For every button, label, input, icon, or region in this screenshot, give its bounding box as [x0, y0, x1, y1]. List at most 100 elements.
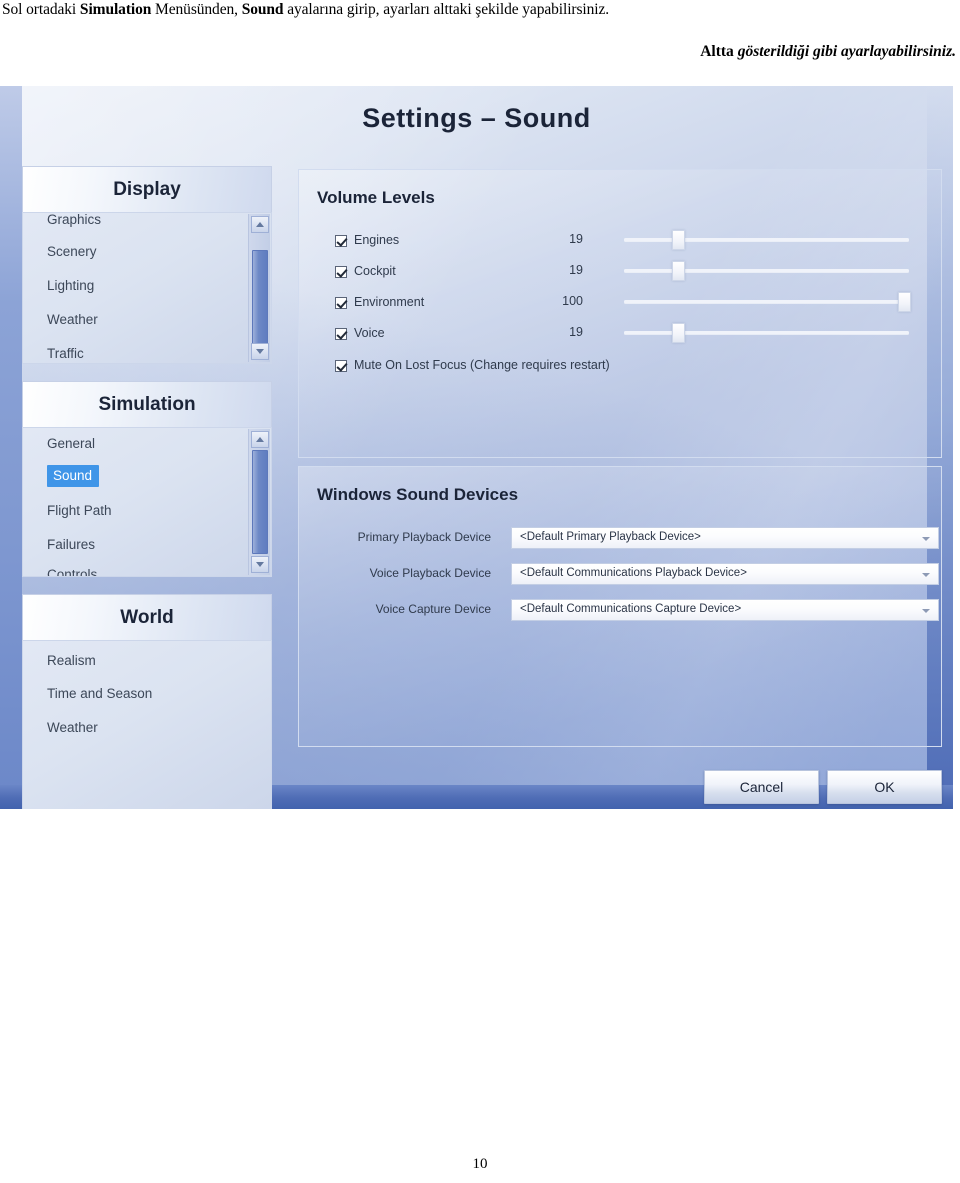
nav-item-controls[interactable]: Controls: [23, 562, 247, 577]
voice-playback-device-select[interactable]: <Default Communications Playback Device>: [511, 563, 939, 585]
nav-section-display: Display Graphics Scenery Lighting Weathe…: [22, 166, 272, 364]
nav-header-world[interactable]: World: [22, 594, 272, 640]
slider-thumb[interactable]: [672, 230, 686, 250]
slider-track: [624, 331, 909, 334]
volume-levels-title: Volume Levels: [317, 188, 435, 207]
nav-item-time-and-season[interactable]: Time and Season: [23, 677, 271, 711]
environment-label: Environment: [354, 295, 425, 309]
scrollbar-thumb[interactable]: [252, 450, 268, 554]
nav-item-weather-world[interactable]: Weather: [23, 711, 271, 745]
volume-row-engines: Engines 19: [335, 232, 583, 250]
cockpit-volume-slider[interactable]: [624, 261, 909, 281]
windows-sound-devices-title: Windows Sound Devices: [317, 485, 519, 504]
primary-playback-device-select[interactable]: <Default Primary Playback Device>: [511, 527, 939, 549]
nav-item-sound[interactable]: Sound: [23, 458, 247, 494]
scrollbar-thumb[interactable]: [252, 250, 268, 346]
nav-item-label: Time and Season: [47, 686, 153, 701]
volume-levels-panel: Volume Levels Engines 19 Cockpit 19 Envi…: [298, 169, 942, 458]
instruction-text-suffix: ayalarına girip, ayarları alttaki şekild…: [283, 1, 610, 18]
engines-volume-slider[interactable]: [624, 230, 909, 250]
engines-value: 19: [569, 232, 583, 246]
voice-capture-device-value: <Default Communications Capture Device>: [520, 603, 742, 615]
nav-item-flight-path[interactable]: Flight Path: [23, 494, 247, 528]
cockpit-checkbox[interactable]: [335, 266, 347, 278]
dialog-title: Settings – Sound: [362, 103, 591, 133]
voice-checkbox[interactable]: [335, 328, 347, 340]
volume-row-cockpit: Cockpit 19: [335, 263, 583, 281]
nav-item-lighting[interactable]: Lighting: [23, 269, 247, 303]
nav-list-simulation: General Sound Flight Path Failures Contr…: [22, 427, 272, 577]
nav-header-display[interactable]: Display: [22, 166, 272, 212]
environment-value: 100: [562, 294, 583, 308]
nav-item-scenery[interactable]: Scenery: [23, 235, 247, 269]
instruction-text-prefix: Sol ortadaki: [2, 1, 80, 18]
nav-list-display: Graphics Scenery Lighting Weather Traffi…: [22, 212, 272, 364]
slider-track: [624, 269, 909, 272]
nav-scrollbar-simulation[interactable]: [248, 429, 270, 575]
nav-item-label: Controls: [47, 567, 98, 577]
device-row-voice-playback: Voice Playback Device <Default Communica…: [331, 563, 939, 585]
nav-item-traffic[interactable]: Traffic: [23, 337, 247, 363]
slider-thumb[interactable]: [672, 261, 686, 281]
voice-label: Voice: [354, 326, 385, 340]
instruction-line-2: Altta gösterildiği gibi ayarlayabilirsin…: [0, 42, 956, 62]
engines-checkbox[interactable]: [335, 235, 347, 247]
nav-item-realism[interactable]: Realism: [23, 641, 271, 677]
nav-item-label: Weather: [47, 720, 98, 735]
ok-button[interactable]: OK: [827, 770, 942, 804]
nav-item-label: Failures: [47, 537, 96, 552]
voice-volume-slider[interactable]: [624, 323, 909, 343]
mute-on-lost-focus-checkbox[interactable]: [335, 360, 347, 372]
instruction-line2-bold: Altta: [700, 43, 738, 60]
slider-thumb[interactable]: [672, 323, 686, 343]
cockpit-label: Cockpit: [354, 264, 396, 278]
nav-item-label: General: [47, 436, 96, 451]
scroll-up-arrow-icon[interactable]: [251, 431, 269, 448]
nav-item-label: Sound: [47, 465, 100, 487]
primary-playback-device-value: <Default Primary Playback Device>: [520, 531, 701, 543]
settings-dialog-screenshot: Settings – Sound Display Graphics Scener…: [0, 86, 953, 809]
cancel-button[interactable]: Cancel: [704, 770, 819, 804]
scroll-down-arrow-icon[interactable]: [251, 556, 269, 573]
device-row-primary-playback: Primary Playback Device <Default Primary…: [331, 527, 939, 549]
environment-volume-slider[interactable]: [624, 292, 911, 312]
nav-item-label: Realism: [47, 653, 96, 668]
instruction-line-1: Sol ortadaki Simulation Menüsünden, Soun…: [2, 0, 954, 20]
instruction-line2-italic: gösterildiği gibi ayarlayabilirsiniz.: [737, 43, 956, 60]
windows-sound-devices-panel: Windows Sound Devices Primary Playback D…: [298, 466, 942, 747]
instruction-bold-simulation: Simulation: [79, 1, 152, 18]
nav-section-world: World Realism Time and Season Weather: [22, 594, 272, 809]
nav-item-weather-display[interactable]: Weather: [23, 303, 247, 337]
voice-capture-device-select[interactable]: <Default Communications Capture Device>: [511, 599, 939, 621]
nav-item-label: Scenery: [47, 244, 97, 259]
nav-item-label: Graphics: [47, 212, 102, 227]
chevron-down-icon: [922, 609, 930, 613]
instruction-text-mid: Menüsünden,: [151, 1, 242, 18]
engines-label: Engines: [354, 233, 400, 247]
nav-item-failures[interactable]: Failures: [23, 528, 247, 562]
scroll-up-arrow-icon[interactable]: [251, 216, 269, 233]
chevron-down-icon: [922, 573, 930, 577]
nav-section-simulation: Simulation General Sound Flight Path Fai…: [22, 381, 272, 577]
nav-item-label: Weather: [47, 312, 98, 327]
nav-scrollbar-display[interactable]: [248, 214, 270, 362]
nav-header-simulation[interactable]: Simulation: [22, 381, 272, 427]
nav-list-world: Realism Time and Season Weather: [22, 640, 272, 809]
nav-item-label: Lighting: [47, 278, 95, 293]
voice-playback-device-label: Voice Playback Device: [369, 566, 491, 580]
primary-playback-device-label: Primary Playback Device: [357, 530, 491, 544]
environment-checkbox[interactable]: [335, 297, 347, 309]
dialog-left-edge-band: [0, 86, 22, 809]
nav-item-graphics[interactable]: Graphics: [23, 213, 247, 235]
mute-on-lost-focus-label: Mute On Lost Focus (Change requires rest…: [354, 358, 610, 372]
slider-track: [624, 238, 909, 241]
voice-capture-device-label: Voice Capture Device: [375, 602, 491, 616]
nav-item-general[interactable]: General: [23, 428, 247, 458]
cockpit-value: 19: [569, 263, 583, 277]
page-number: 10: [472, 1156, 488, 1172]
slider-thumb[interactable]: [897, 292, 911, 312]
nav-item-label: Flight Path: [47, 503, 112, 518]
nav-item-label: Traffic: [47, 346, 84, 361]
scroll-down-arrow-icon[interactable]: [251, 343, 269, 360]
chevron-down-icon: [922, 537, 930, 541]
